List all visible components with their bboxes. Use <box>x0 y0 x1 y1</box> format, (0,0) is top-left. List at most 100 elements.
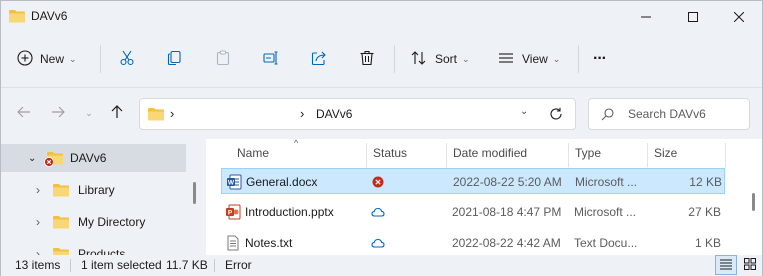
selection-info: 1 item selected <box>81 258 162 272</box>
scissors-icon <box>119 50 135 69</box>
cloud-icon <box>371 230 391 255</box>
folder-icon <box>53 215 69 232</box>
file-date: 2021-08-18 4:47 PM <box>452 205 562 219</box>
status-divider <box>70 259 71 272</box>
rename-button[interactable] <box>263 43 279 75</box>
column-header-status[interactable]: Status <box>373 139 407 167</box>
view-button[interactable]: View ⌄ <box>498 43 560 75</box>
column-header-label: Size <box>654 146 678 160</box>
arrow-right-icon <box>51 105 65 122</box>
nav-item-davv6[interactable]: ⌄ DAVv6 <box>1 144 186 172</box>
up-button[interactable] <box>106 102 128 124</box>
error-icon <box>372 169 392 195</box>
column-header-size[interactable]: Size <box>654 139 677 167</box>
view-list-icon <box>498 50 514 69</box>
plus-circle-icon <box>17 49 33 69</box>
file-list-scrollbar[interactable] <box>752 193 755 211</box>
folder-icon <box>148 107 164 124</box>
tiles-view-icon <box>744 257 756 273</box>
column-divider[interactable] <box>725 143 726 167</box>
nav-item-my-directory[interactable]: › My Directory <box>1 208 186 236</box>
back-button[interactable] <box>13 102 35 124</box>
nav-scrollbar[interactable] <box>193 182 196 204</box>
sync-status: Error <box>225 258 252 272</box>
file-date: 2022-08-22 4:42 AM <box>452 236 561 250</box>
column-header-date-modified[interactable]: Date modified <box>453 139 527 167</box>
chevron-right-icon[interactable]: › <box>36 247 40 255</box>
sort-ascending-icon: ^ <box>294 139 299 148</box>
sort-icon <box>411 50 427 69</box>
column-header-name[interactable]: Name <box>237 139 269 167</box>
nav-item-label: My Directory <box>78 215 146 229</box>
folder-icon <box>53 183 69 200</box>
chevron-down-icon: ⌄ <box>552 53 561 64</box>
column-header-label: Type <box>575 146 602 160</box>
status-divider <box>214 259 215 272</box>
copy-button[interactable] <box>167 43 183 75</box>
refresh-icon[interactable] <box>549 107 563 124</box>
svg-text:W: W <box>228 180 235 187</box>
share-icon <box>311 50 327 69</box>
file-type: Microsoft ... <box>574 205 637 219</box>
details-view-button[interactable] <box>715 255 737 275</box>
address-history-chevron-icon[interactable]: ⌄ <box>520 106 528 117</box>
clipboard-icon <box>215 50 231 69</box>
chevron-right-icon[interactable]: › <box>36 215 40 229</box>
share-button[interactable] <box>311 43 327 75</box>
tiles-view-button[interactable] <box>739 255 761 275</box>
breadcrumb-chevron[interactable]: › <box>170 106 174 121</box>
column-divider[interactable] <box>568 143 569 167</box>
nav-item-products[interactable]: › Products <box>1 240 186 255</box>
column-divider[interactable] <box>446 143 447 167</box>
more-options-button[interactable]: ··· <box>593 43 607 75</box>
breadcrumb-current[interactable]: DAVv6 <box>316 107 352 121</box>
minimize-button[interactable] <box>623 1 669 33</box>
maximize-button[interactable] <box>670 1 716 33</box>
chevron-right-icon[interactable]: › <box>36 183 40 197</box>
toolbar-divider <box>100 45 101 73</box>
arrow-left-icon <box>17 105 31 122</box>
sort-button[interactable]: Sort ⌄ <box>411 43 470 75</box>
window-title: DAVv6 <box>31 9 68 23</box>
details-view-icon <box>720 258 732 273</box>
file-row[interactable]: W General.docx 2022-08-22 5:20 AM Micros… <box>221 168 725 194</box>
forward-button[interactable] <box>47 102 69 124</box>
status-bar: 13 items 1 item selected 11.7 KB Error <box>1 255 762 276</box>
close-button[interactable] <box>716 1 762 33</box>
file-type: Microsoft ... <box>575 175 638 189</box>
cut-button[interactable] <box>119 43 135 75</box>
chevron-down-icon: ⌄ <box>85 107 93 118</box>
nav-item-library[interactable]: › Library <box>1 176 186 204</box>
address-bar[interactable]: › › DAVv6 ⌄ <box>139 98 576 130</box>
paste-button[interactable] <box>215 43 231 75</box>
folder-icon <box>9 9 25 26</box>
delete-button[interactable] <box>359 43 375 75</box>
nav-item-label: Products <box>78 247 126 255</box>
column-divider[interactable] <box>647 143 648 167</box>
file-type: Text Docu... <box>574 236 638 250</box>
file-row[interactable]: P Introduction.pptx 2021-08-18 4:47 PM M… <box>221 199 725 225</box>
more-options-label: ··· <box>593 50 607 67</box>
new-button[interactable]: New ⌄ <box>17 43 77 75</box>
selection-size: 11.7 KB <box>166 258 208 272</box>
toolbar-divider <box>578 45 579 73</box>
search-placeholder[interactable]: Search DAVv6 <box>628 107 706 121</box>
file-size: 12 KB <box>689 175 722 189</box>
breadcrumb-chevron[interactable]: › <box>300 106 304 121</box>
arrow-up-icon <box>110 104 124 122</box>
file-date: 2022-08-22 5:20 AM <box>453 175 562 189</box>
rename-icon <box>263 50 279 69</box>
folder-error-icon <box>44 151 64 170</box>
chevron-down-icon[interactable]: ⌄ <box>28 153 36 164</box>
recent-locations-button[interactable]: ⌄ <box>78 102 100 124</box>
word-doc-icon: W <box>226 169 244 195</box>
column-header-label: Status <box>373 146 408 160</box>
file-name: Notes.txt <box>245 236 293 250</box>
column-divider[interactable] <box>366 143 367 167</box>
column-header-type[interactable]: Type <box>575 139 601 167</box>
svg-text:P: P <box>228 210 233 217</box>
file-row[interactable]: Notes.txt 2022-08-22 4:42 AM Text Docu..… <box>221 230 725 255</box>
file-list: ^ Name Status Date modified Type Size W … <box>206 139 762 255</box>
trash-icon <box>359 50 375 69</box>
search-box[interactable]: Search DAVv6 <box>588 98 750 130</box>
